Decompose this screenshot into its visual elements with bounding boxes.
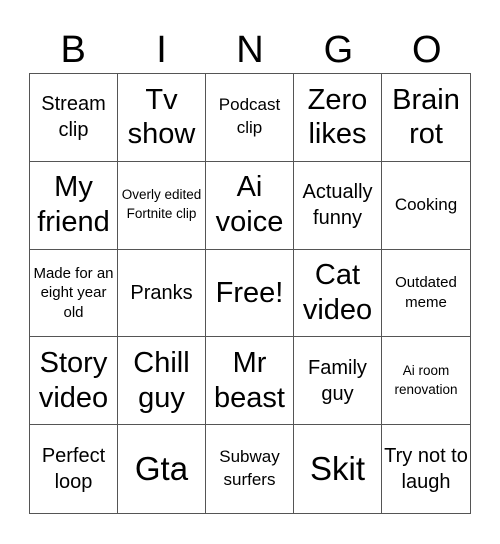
bingo-cell-label: Subway surfers	[219, 447, 280, 490]
bingo-cell-label: Chill guy	[133, 346, 190, 414]
header-letter-g: G	[323, 29, 354, 71]
bingo-cell-label: Stream clip	[41, 93, 106, 142]
bingo-cell-label: Mr beast	[214, 346, 285, 414]
bingo-cell[interactable]: Cooking	[382, 162, 470, 250]
bingo-cell[interactable]: Actually funny	[294, 161, 382, 250]
bingo-cell[interactable]: Tv show	[118, 74, 206, 162]
bingo-grid: Stream clip Tv show Podcast clip Zero likes…	[29, 73, 471, 514]
bingo-cell-label: Story video	[38, 346, 109, 414]
bingo-cell-label: Perfect loop	[41, 445, 106, 494]
bingo-cell[interactable]: Zero likes	[294, 74, 382, 162]
bingo-cell[interactable]: Ai room renovation	[382, 337, 470, 426]
bingo-header: B I N G O	[29, 28, 471, 72]
bingo-cell-label: Overly edited Fortnite clip	[121, 187, 202, 222]
bingo-cell-label: Outdated meme	[395, 274, 457, 311]
bingo-cell-label: Ai room renovation	[394, 362, 458, 397]
bingo-cell-label: Ai voice	[215, 171, 284, 239]
bingo-cell[interactable]: Made for an eight year old	[30, 249, 118, 338]
bingo-cell-label: Cat video	[302, 259, 373, 326]
bingo-cell[interactable]: Story video	[30, 337, 118, 426]
bingo-cell[interactable]: Chill guy	[118, 337, 206, 426]
bingo-cell-label: Free!	[215, 276, 284, 309]
header-letter-o: O	[411, 29, 442, 71]
header-letter-b: B	[60, 29, 86, 71]
bingo-cell[interactable]: Mr beast	[206, 337, 294, 426]
bingo-cell[interactable]: Gta	[118, 425, 206, 513]
bingo-cell-label: Tv show	[127, 83, 196, 151]
bingo-cell[interactable]: Podcast clip	[206, 74, 294, 162]
bingo-cell-label: Actually funny	[302, 181, 373, 230]
bingo-cell[interactable]: Subway surfers	[206, 425, 294, 513]
bingo-cell[interactable]: Ai voice	[206, 161, 294, 250]
bingo-cell[interactable]: Brain rot	[382, 74, 470, 162]
bingo-cell-label: Podcast clip	[218, 95, 281, 138]
bingo-cell-label: Try not to laugh	[384, 445, 468, 494]
bingo-cell[interactable]: Family guy	[294, 337, 382, 426]
bingo-cell-label: Family guy	[308, 356, 367, 405]
bingo-cell-label: Skit	[309, 450, 365, 488]
bingo-cell-label: Gta	[134, 450, 189, 488]
bingo-cell-label: Pranks	[130, 281, 193, 304]
bingo-cell[interactable]: Cat video	[294, 249, 382, 338]
header-letter-i: I	[156, 29, 167, 71]
bingo-cell[interactable]: Overly edited Fortnite clip	[118, 161, 206, 250]
bingo-cell-label: My friend	[37, 171, 110, 239]
bingo-cell[interactable]: Free!	[206, 249, 294, 338]
bingo-cell-label: Made for an eight year old	[33, 264, 114, 321]
bingo-cell[interactable]: Perfect loop	[30, 425, 118, 513]
bingo-cell[interactable]: Try not to laugh	[382, 425, 470, 513]
header-letter-n: N	[236, 29, 264, 71]
bingo-cell-label: Cooking	[394, 194, 458, 214]
bingo-cell[interactable]: Stream clip	[30, 74, 118, 162]
bingo-cell-label: Brain rot	[392, 83, 460, 151]
bingo-cell[interactable]: Outdated meme	[382, 250, 470, 338]
bingo-cell[interactable]: Skit	[294, 425, 382, 513]
bingo-cell[interactable]: Pranks	[118, 249, 206, 338]
bingo-cell[interactable]: My friend	[30, 161, 118, 250]
bingo-cell-label: Zero likes	[307, 83, 368, 151]
